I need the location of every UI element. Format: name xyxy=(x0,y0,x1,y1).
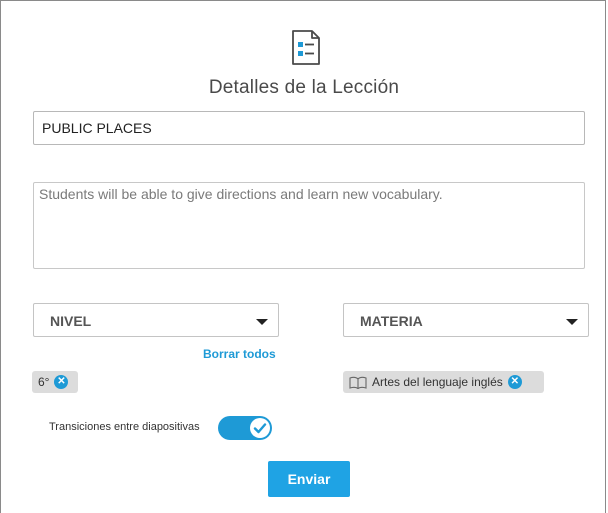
level-select[interactable]: NIVEL xyxy=(33,303,279,337)
slide-transitions-toggle[interactable] xyxy=(218,416,272,440)
remove-chip-icon[interactable]: ✕ xyxy=(507,375,522,389)
chevron-down-icon xyxy=(566,319,578,325)
open-book-icon xyxy=(349,376,367,389)
subject-chip-label: Artes del lenguaje inglés xyxy=(372,375,503,389)
level-select-label: NIVEL xyxy=(50,313,92,329)
lesson-title-input[interactable] xyxy=(33,111,585,145)
subject-chip: Artes del lenguaje inglés ✕ xyxy=(343,371,544,393)
check-icon xyxy=(253,423,267,434)
subject-select-label: MATERIA xyxy=(360,313,423,329)
grade-chip: 6° ✕ xyxy=(32,371,78,393)
lesson-description-textarea[interactable]: Students will be able to give directions… xyxy=(33,182,585,269)
slide-transitions-label: Transiciones entre diapositivas xyxy=(49,421,200,433)
document-checklist-icon xyxy=(292,30,320,65)
subject-select[interactable]: MATERIA xyxy=(343,303,589,337)
chevron-down-icon xyxy=(256,319,268,325)
dialog-title: Detalles de la Lección xyxy=(208,77,400,98)
grade-chip-label: 6° xyxy=(38,375,50,389)
submit-button[interactable]: Enviar xyxy=(268,461,350,497)
lesson-details-dialog: Detalles de la Lección Students will be … xyxy=(0,0,606,513)
toggle-knob xyxy=(250,418,270,438)
clear-all-link[interactable]: Borrar todos xyxy=(203,347,276,361)
remove-chip-icon[interactable]: ✕ xyxy=(54,375,69,389)
